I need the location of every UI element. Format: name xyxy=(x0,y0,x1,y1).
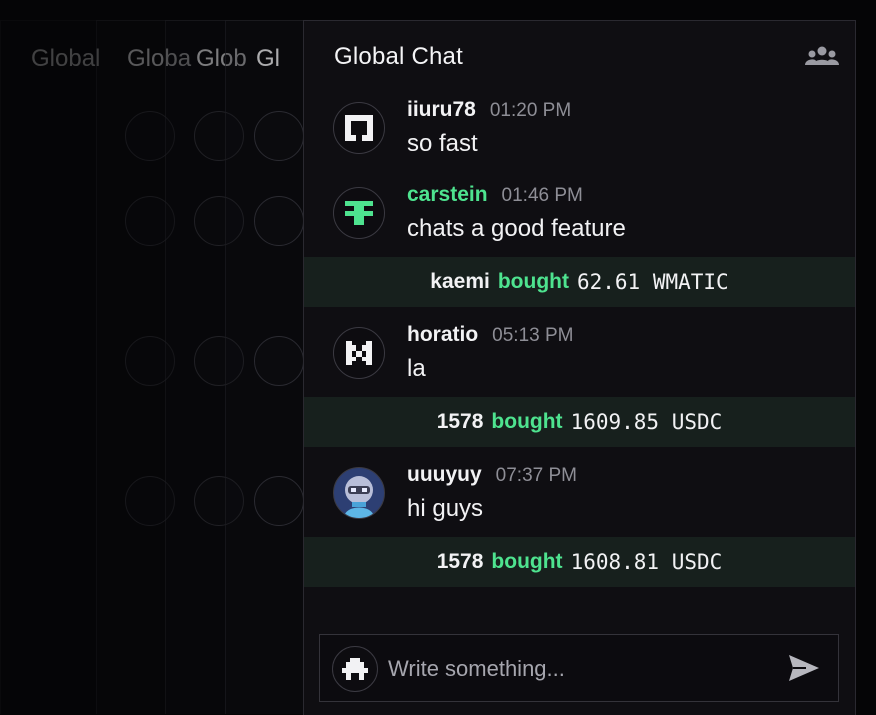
ghost-avatar xyxy=(125,336,175,386)
ghost-avatar xyxy=(254,476,304,526)
timestamp: 01:20 PM xyxy=(489,100,572,121)
avatar[interactable] xyxy=(333,102,385,154)
username[interactable]: iiuru78 xyxy=(407,98,476,121)
message-text: la xyxy=(407,355,426,382)
username[interactable]: horatio xyxy=(407,323,478,346)
ghost-panel: Global xyxy=(0,20,304,714)
ghost-avatar xyxy=(254,336,304,386)
trade-amount: 1608.81 USDC xyxy=(570,550,723,574)
pixel-avatar-icon xyxy=(345,115,373,141)
ghost-avatar xyxy=(194,476,244,526)
ghost-avatar xyxy=(254,196,304,246)
trade-amount: 62.61 WMATIC xyxy=(576,270,729,294)
chat-message: carstein 01:46 PM chats a good feature xyxy=(304,183,855,261)
chat-message: iiuru78 01:20 PM so fast xyxy=(304,98,855,176)
trade-notification: 1578 bought 1608.81 USDC xyxy=(304,537,855,587)
trade-amount: 1609.85 USDC xyxy=(570,410,723,434)
global-chat-panel: Global Chat iiuru78 01:20 PM so fast car… xyxy=(303,20,856,715)
timestamp: 05:13 PM xyxy=(492,325,574,346)
avatar[interactable] xyxy=(333,467,385,519)
message-text: hi guys xyxy=(407,495,484,522)
ghost-avatar xyxy=(125,111,175,161)
message-text: so fast xyxy=(407,130,478,157)
ghost-title: Globa xyxy=(127,45,192,72)
ghost-title: Glob xyxy=(196,45,247,72)
pixel-avatar-icon xyxy=(342,658,368,680)
ghost-avatar xyxy=(125,476,175,526)
ghost-avatar xyxy=(194,196,244,246)
avatar[interactable] xyxy=(333,327,385,379)
trade-user[interactable]: 1578 xyxy=(437,550,484,574)
chat-title: Global Chat xyxy=(334,43,463,70)
trade-notification: kaemi bought 62.61 WMATIC xyxy=(304,257,855,307)
trade-user[interactable]: 1578 xyxy=(437,410,484,434)
ghost-avatar xyxy=(194,336,244,386)
character-avatar-icon xyxy=(334,468,384,518)
trade-verb: bought xyxy=(491,410,563,433)
send-icon[interactable] xyxy=(788,654,820,682)
message-input[interactable] xyxy=(386,647,770,691)
ghost-panel: Globa xyxy=(96,20,304,714)
ghost-avatar xyxy=(194,111,244,161)
pixel-avatar-icon xyxy=(345,201,373,225)
trade-verb: bought xyxy=(491,550,563,573)
trade-notification: 1578 bought 1609.85 USDC xyxy=(304,397,855,447)
username[interactable]: carstein xyxy=(407,183,488,206)
ghost-avatar xyxy=(254,111,304,161)
trade-verb: bought xyxy=(497,270,569,293)
ghost-panel: Gl xyxy=(225,20,304,714)
own-avatar[interactable] xyxy=(332,646,378,692)
ghost-title: Gl xyxy=(256,45,280,72)
trade-user[interactable]: kaemi xyxy=(430,270,490,294)
avatar[interactable] xyxy=(333,187,385,239)
ghost-avatar xyxy=(125,196,175,246)
chat-message: horatio 05:13 PM la xyxy=(304,323,855,401)
ghost-title: Global xyxy=(31,45,101,72)
ghost-panel: Glob xyxy=(165,20,304,714)
pixel-avatar-icon xyxy=(346,341,372,365)
message-composer xyxy=(319,634,839,702)
users-group-icon[interactable] xyxy=(805,45,839,69)
username[interactable]: uuuyuy xyxy=(407,463,482,486)
chat-message: uuuyuy 07:37 PM hi guys xyxy=(304,463,855,541)
timestamp: 01:46 PM xyxy=(501,185,583,206)
chat-header: Global Chat xyxy=(334,43,839,75)
message-text: chats a good feature xyxy=(407,215,626,242)
timestamp: 07:37 PM xyxy=(495,465,577,486)
